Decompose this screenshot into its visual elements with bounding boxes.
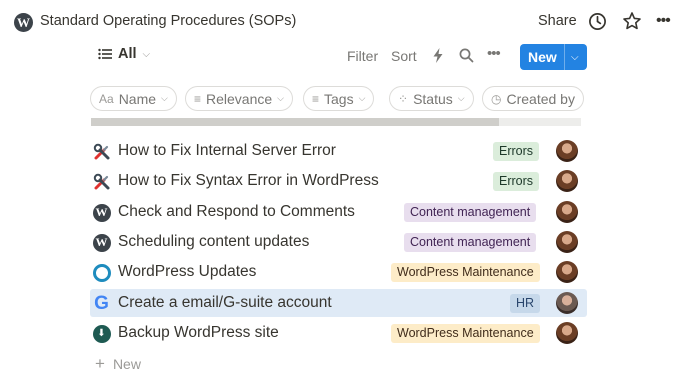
- property-label: Tags: [324, 90, 354, 107]
- sort-button[interactable]: Sort: [391, 48, 417, 64]
- property-status[interactable]: ⁘ Status ⌵: [389, 86, 474, 111]
- new-button-label: New: [528, 49, 557, 65]
- row-title: Scheduling content updates: [118, 233, 310, 250]
- property-label: Created by: [506, 90, 575, 107]
- status-type-icon: ⁘: [398, 91, 409, 106]
- tag-badge: Content management: [404, 233, 537, 252]
- avatar: [556, 170, 578, 192]
- tag-badge: HR: [510, 294, 541, 313]
- avatar: [556, 231, 578, 253]
- database-toolbar: All ⌵ Filter Sort ••• New ⌵: [90, 44, 590, 70]
- chevron-down-icon: ⌵: [277, 93, 284, 103]
- list-item[interactable]: How to Fix Syntax Error in WordPress Err…: [90, 167, 587, 195]
- list-item[interactable]: ⬇ Backup WordPress site WordPress Mainte…: [90, 319, 587, 347]
- star-icon[interactable]: [622, 11, 642, 31]
- row-title: WordPress Updates: [118, 263, 257, 280]
- list-type-icon: ≡: [194, 91, 202, 106]
- row-title: How to Fix Syntax Error in WordPress: [118, 172, 379, 189]
- property-created-by[interactable]: ◷ Created by: [482, 86, 584, 111]
- property-tags[interactable]: ≡ Tags ⌵: [303, 86, 375, 111]
- text-type-icon: Aa: [99, 91, 114, 106]
- chevron-down-icon: ⌵: [457, 93, 465, 103]
- view-selector[interactable]: All ⌵: [98, 46, 150, 62]
- avatar: [556, 322, 578, 344]
- tag-badge: Content management: [404, 203, 537, 222]
- list-icon: [98, 48, 112, 60]
- row-title: How to Fix Internal Server Error: [118, 142, 336, 159]
- chevron-down-icon[interactable]: ⌵: [565, 52, 579, 63]
- wordpress-logo-icon: W: [14, 13, 33, 32]
- person-type-icon: ◷: [491, 91, 502, 106]
- search-icon[interactable]: [459, 48, 474, 63]
- list-item-selected[interactable]: G Create a email/G-suite account HR: [90, 289, 587, 317]
- row-title: Create a email/G-suite account: [118, 294, 332, 311]
- update-icon: [92, 263, 111, 282]
- google-icon: G: [94, 292, 109, 314]
- property-label: Status: [413, 90, 453, 107]
- list-type-icon: ≡: [312, 91, 320, 106]
- list-item[interactable]: W Scheduling content updates Content man…: [90, 228, 587, 256]
- avatar: [556, 140, 578, 162]
- clock-icon[interactable]: [588, 12, 607, 31]
- chevron-down-icon: ⌵: [161, 93, 168, 103]
- tools-icon: [92, 172, 111, 191]
- horizontal-scrollbar-thumb[interactable]: [91, 118, 499, 126]
- avatar: [556, 201, 578, 223]
- tools-icon: [92, 142, 111, 161]
- lightning-icon[interactable]: [431, 47, 445, 64]
- plus-icon: +: [95, 354, 105, 373]
- avatar: [556, 292, 578, 314]
- tag-badge: WordPress Maintenance: [391, 324, 540, 343]
- row-title: Check and Respond to Comments: [118, 203, 355, 220]
- property-label: Relevance: [206, 90, 273, 107]
- more-options-icon[interactable]: •••: [487, 45, 501, 62]
- backup-icon: ⬇: [92, 324, 111, 343]
- property-label: Name: [118, 90, 157, 107]
- tag-badge: WordPress Maintenance: [391, 263, 540, 282]
- list-item[interactable]: How to Fix Internal Server Error Errors: [90, 137, 587, 165]
- tag-badge: Errors: [493, 142, 540, 161]
- add-new-row-button[interactable]: + New: [95, 354, 141, 374]
- row-title: Backup WordPress site: [118, 324, 279, 341]
- share-button[interactable]: Share: [538, 13, 577, 29]
- avatar: [556, 261, 578, 283]
- page-title: Standard Operating Procedures (SOPs): [40, 13, 297, 29]
- chevron-down-icon: ⌵: [142, 48, 151, 60]
- new-button[interactable]: New ⌵: [520, 44, 587, 70]
- top-bar: W Standard Operating Procedures (SOPs) S…: [0, 0, 680, 44]
- wordpress-icon: W: [92, 203, 111, 222]
- property-name[interactable]: Aa Name ⌵: [90, 86, 177, 111]
- more-icon[interactable]: •••: [656, 12, 671, 30]
- new-row-label: New: [112, 356, 141, 372]
- view-label: All: [118, 46, 137, 62]
- wordpress-icon: W: [92, 233, 111, 252]
- filter-button[interactable]: Filter: [347, 48, 378, 64]
- list-item[interactable]: WordPress Updates WordPress Maintenance: [90, 258, 587, 286]
- property-relevance[interactable]: ≡ Relevance ⌵: [185, 86, 293, 111]
- list-item[interactable]: W Check and Respond to Comments Content …: [90, 198, 587, 226]
- chevron-down-icon: ⌵: [358, 93, 366, 103]
- tag-badge: Errors: [493, 172, 540, 191]
- property-bar: Aa Name ⌵ ≡ Relevance ⌵ ≡ Tags ⌵ ⁘ Statu…: [90, 86, 590, 112]
